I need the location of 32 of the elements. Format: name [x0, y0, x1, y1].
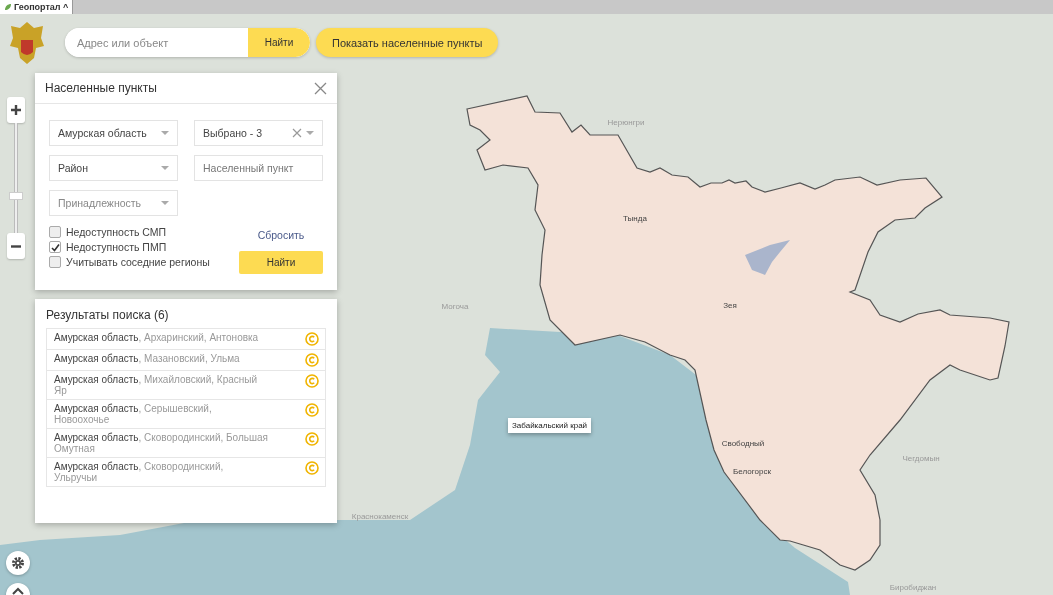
result-item[interactable]: Амурская область, Серышевский, Новоохочье [47, 400, 325, 429]
city-label: Тында [623, 213, 647, 223]
reset-link[interactable]: Сбросить [257, 229, 305, 241]
city-label: Белогорск [733, 466, 771, 476]
city-label: Свободный [721, 438, 765, 448]
city-label: Зея [723, 300, 737, 310]
map-tooltip: Забайкальский край [508, 418, 592, 433]
checkbox-label: Учитывать соседние регионы [66, 256, 210, 268]
search-field[interactable]: Адрес или объект Найти [65, 28, 310, 57]
dropdown-field[interactable]: Амурская область [49, 120, 178, 146]
result-item[interactable]: Амурская область, Сковородинский, Большая Омутная [47, 429, 325, 458]
city-label: Чегдомын [902, 453, 940, 463]
browser-tab[interactable]: Геопортал ^ [0, 0, 74, 14]
result-item[interactable]: Амурская область, Михайловский, Красный Яр [47, 371, 325, 400]
search-button[interactable]: Найти [248, 28, 310, 57]
city-label: Могоча [441, 301, 469, 311]
results-title: Результаты поиска (6) [45, 307, 170, 324]
result-item[interactable]: Амурская область, Мазановский, Ульма [47, 350, 325, 371]
city-label: Нерюнгри [607, 117, 645, 127]
settlement-input-field[interactable]: Населенный пункт [194, 155, 323, 181]
city-label: Краснокаменск [351, 511, 409, 521]
checkbox-label: Недоступность ПМП [66, 241, 167, 253]
city-label: Биробиджан [889, 582, 937, 592]
find-button[interactable]: Найти [239, 251, 323, 274]
dropdown-field[interactable]: Принадлежность [49, 190, 178, 216]
checkbox-label: Недоступность СМП [66, 226, 167, 238]
show-settlements-button[interactable]: Показать населенные пункты [316, 28, 499, 57]
dropdown-field[interactable]: Выбрано - 3 [194, 120, 323, 146]
result-item[interactable]: Амурская область, Архаринский, Антоновка [47, 329, 325, 350]
panel-title: Населенные пункты [45, 81, 157, 95]
result-item[interactable]: Амурская область, Сковородинский, Ульручьи [47, 458, 325, 486]
dropdown-field[interactable]: Район [49, 155, 178, 181]
